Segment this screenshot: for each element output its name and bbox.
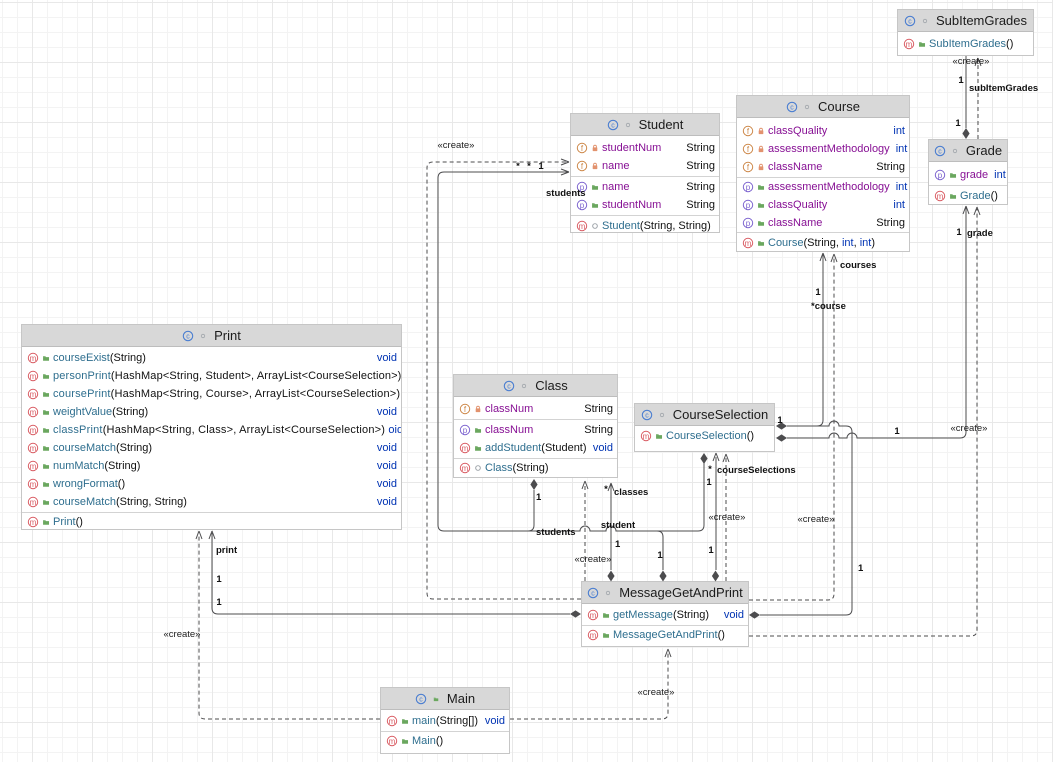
svg-text:courses: courses bbox=[840, 260, 876, 271]
svg-text:students: students bbox=[546, 188, 586, 199]
svg-text:*: * bbox=[516, 161, 520, 172]
svg-text:student: student bbox=[601, 520, 636, 531]
svg-text:«create»: «create» bbox=[164, 629, 201, 640]
svg-text:students: students bbox=[536, 527, 576, 538]
svg-text:1: 1 bbox=[708, 545, 714, 556]
svg-text:1: 1 bbox=[894, 426, 900, 437]
svg-text:«create»: «create» bbox=[951, 423, 988, 434]
svg-text:classes: classes bbox=[614, 487, 648, 498]
svg-text:courseSelections: courseSelections bbox=[717, 465, 796, 476]
svg-text:subItemGrades: subItemGrades bbox=[969, 83, 1038, 94]
svg-text:*course: *course bbox=[811, 301, 846, 312]
svg-text:«create»: «create» bbox=[575, 554, 612, 565]
svg-text:grade: grade bbox=[967, 228, 993, 239]
svg-text:«create»: «create» bbox=[798, 514, 835, 525]
svg-text:*: * bbox=[527, 161, 531, 172]
svg-text:1: 1 bbox=[955, 118, 961, 129]
svg-text:*: * bbox=[708, 464, 712, 475]
svg-text:1: 1 bbox=[858, 563, 864, 574]
svg-text:«create»: «create» bbox=[709, 512, 746, 523]
svg-text:«create»: «create» bbox=[638, 687, 675, 698]
svg-text:1: 1 bbox=[538, 161, 544, 172]
svg-text:1: 1 bbox=[958, 75, 964, 86]
svg-text:«create»: «create» bbox=[953, 56, 990, 67]
svg-text:1: 1 bbox=[536, 492, 542, 503]
svg-text:1: 1 bbox=[615, 539, 621, 550]
svg-text:1: 1 bbox=[657, 550, 663, 561]
svg-text:«create»: «create» bbox=[438, 140, 475, 151]
svg-text:*: * bbox=[604, 484, 608, 495]
svg-text:1: 1 bbox=[216, 574, 222, 585]
svg-text:1: 1 bbox=[777, 415, 783, 426]
svg-text:1: 1 bbox=[706, 477, 712, 488]
svg-text:1: 1 bbox=[216, 597, 222, 608]
svg-text:1: 1 bbox=[815, 287, 821, 298]
svg-text:print: print bbox=[216, 545, 238, 556]
svg-text:1: 1 bbox=[956, 227, 962, 238]
